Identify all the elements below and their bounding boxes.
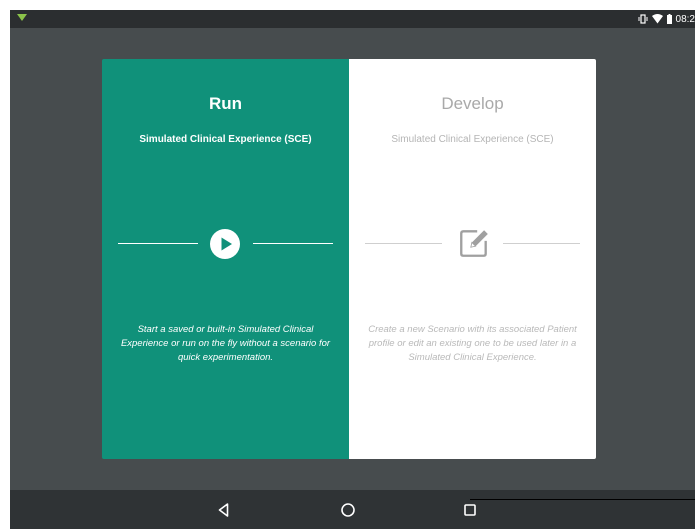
edit-pencil-icon[interactable] <box>457 226 491 260</box>
develop-panel[interactable]: Develop Simulated Clinical Experience (S… <box>349 59 596 459</box>
device-screen: 08:2 Run Simulated Clinical Experience (… <box>10 10 695 529</box>
develop-divider-left <box>365 243 442 244</box>
home-icon[interactable] <box>340 502 356 518</box>
play-circle-icon[interactable] <box>209 228 241 260</box>
run-subtitle: Simulated Clinical Experience (SCE) <box>139 134 312 145</box>
back-icon[interactable] <box>216 502 232 518</box>
wifi-icon <box>651 14 663 24</box>
develop-title: Develop <box>441 94 504 113</box>
notification-arrow-icon <box>17 14 27 21</box>
status-time: 08:2 <box>675 13 695 25</box>
run-divider-right <box>253 243 333 244</box>
main-content: Run Simulated Clinical Experience (SCE) … <box>10 28 695 490</box>
vibrate-icon <box>638 14 648 24</box>
annotation-line <box>470 499 695 500</box>
run-title: Run <box>208 94 243 113</box>
develop-description: Create a new Scenario with its associate… <box>368 324 577 363</box>
develop-divider-right <box>503 243 580 244</box>
develop-subtitle: Simulated Clinical Experience (SCE) <box>391 134 554 145</box>
run-divider-left <box>118 243 198 244</box>
run-description: Start a saved or built-in Simulated Clin… <box>120 324 331 363</box>
mode-selection-card: Run Simulated Clinical Experience (SCE) … <box>102 59 596 459</box>
recents-icon[interactable] <box>462 502 478 518</box>
status-bar: 08:2 <box>10 10 695 28</box>
battery-icon <box>666 14 672 24</box>
navigation-bar <box>10 490 695 529</box>
run-panel[interactable]: Run Simulated Clinical Experience (SCE) … <box>102 59 349 459</box>
status-icons: 08:2 <box>638 11 695 27</box>
